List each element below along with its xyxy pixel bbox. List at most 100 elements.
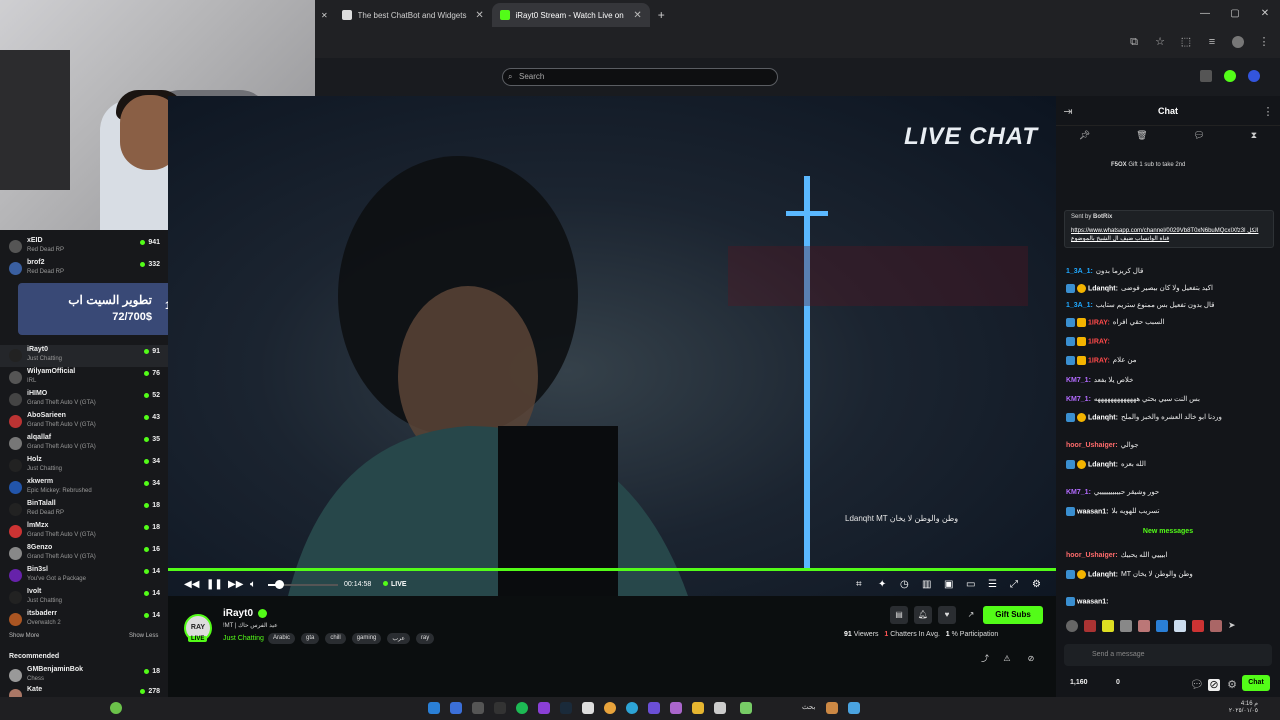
emote-icon[interactable] xyxy=(1066,620,1078,632)
sidebar-channel[interactable]: itsbaderr Overwatch 2 14 xyxy=(0,609,168,631)
pin-icon[interactable]: ✦ xyxy=(878,579,886,590)
new-messages-divider[interactable]: New messages xyxy=(1056,528,1280,535)
emote-icon[interactable] xyxy=(1102,620,1114,632)
edge-icon[interactable] xyxy=(626,702,638,714)
tag[interactable]: عرب xyxy=(387,633,410,644)
sidebar-channel[interactable]: BinTalall Red Dead RP 18 xyxy=(0,499,168,521)
emote-icon[interactable] xyxy=(1174,620,1186,632)
chat-send-button[interactable]: Chat xyxy=(1242,675,1270,691)
new-tab-button[interactable]: + xyxy=(650,3,673,27)
chat-username[interactable]: Ldanqht: xyxy=(1088,414,1118,421)
show-more-button[interactable]: Show More xyxy=(9,633,39,639)
app-icon[interactable] xyxy=(670,702,682,714)
chat-username[interactable]: 1_3A_1: xyxy=(1066,268,1093,275)
clip-icon[interactable]: ⌗ xyxy=(856,579,862,590)
sidebar-channel[interactable]: alqallaf Grand Theft Auto V (GTA) 35 xyxy=(0,433,168,455)
tag[interactable]: gaming xyxy=(351,633,382,644)
sidebar-channel[interactable]: iRayt0 Just Chatting 91 xyxy=(0,345,168,367)
menu-icon[interactable]: ⋮ xyxy=(1258,36,1270,48)
settings-icon[interactable]: ⚙ xyxy=(1226,679,1238,691)
kick-status-icon[interactable] xyxy=(1224,70,1236,82)
app-icon[interactable] xyxy=(648,702,660,714)
chat-username[interactable]: 1IRAY: xyxy=(1088,357,1110,364)
link-url[interactable]: https://www.whatsapp.com/channel/0029Vb8… xyxy=(1071,228,1245,234)
chat-username[interactable]: 1IRAY: xyxy=(1088,338,1110,345)
taskbar-clock[interactable]: 4:16 م ٢٠٢٥/٠١/٠٥ xyxy=(1229,700,1258,714)
app-icon[interactable] xyxy=(826,702,838,714)
send-arrow-icon[interactable]: ➤ xyxy=(1228,620,1240,632)
emote-icon[interactable] xyxy=(1120,620,1132,632)
app-icon[interactable] xyxy=(582,702,594,714)
calendar-button[interactable]: ▤ xyxy=(890,606,908,624)
search-input[interactable]: ⌕ Search xyxy=(502,68,778,86)
speed-icon[interactable]: ◷ xyxy=(900,579,909,590)
sidebar-channel[interactable]: lmMzx Grand Theft Auto V (GTA) 18 xyxy=(0,521,168,543)
chat-username[interactable]: waasan1: xyxy=(1077,598,1109,605)
tag[interactable]: chill xyxy=(325,633,346,644)
profile-icon[interactable] xyxy=(1232,36,1244,48)
app-icon[interactable] xyxy=(110,702,122,714)
emote-icon[interactable] xyxy=(1138,620,1150,632)
share-icon[interactable]: ⤴ xyxy=(976,650,994,668)
sidebar-channel[interactable]: 8Genzo Grand Theft Auto V (GTA) 16 xyxy=(0,543,168,565)
pinned-link[interactable]: https://www.whatsapp.com/channel/0029Vb8… xyxy=(1071,227,1267,245)
video-player[interactable]: LIVE CHAT Ldanqht MT وطن والوطن لا يخان … xyxy=(168,96,1056,596)
tag[interactable]: gta xyxy=(301,633,320,644)
gift-count[interactable]: 0 xyxy=(1116,679,1120,686)
star-icon[interactable]: ☆ xyxy=(1154,36,1166,48)
volume-handle[interactable] xyxy=(274,580,284,589)
sidebar-channel[interactable]: Bin3sl You've Got a Package 14 xyxy=(0,565,168,587)
stream-progress-bar[interactable] xyxy=(168,568,1056,571)
emote-icon[interactable] xyxy=(1156,620,1168,632)
app-icon[interactable] xyxy=(848,702,860,714)
channel-name[interactable]: iRayt0 xyxy=(223,608,253,619)
sidebar-channel[interactable]: xkwerm Epic Mickey: Rebrushed 34 xyxy=(0,477,168,499)
close-icon[interactable]: ✕ xyxy=(633,10,641,21)
chat-username[interactable]: KM7_1: xyxy=(1066,377,1091,384)
chat-bubble-icon[interactable]: 💬︎ xyxy=(1190,679,1204,691)
user-avatar[interactable] xyxy=(1248,70,1260,82)
chat-username[interactable]: 1_3A_1: xyxy=(1066,302,1093,309)
app-icon[interactable] xyxy=(538,702,550,714)
report-icon[interactable]: ⚠ xyxy=(998,650,1016,668)
sidebar-channel[interactable]: brof2 Red Dead RP 332 xyxy=(0,258,168,280)
pin-icon[interactable]: 📌︎ xyxy=(1079,130,1090,146)
rewind-icon[interactable]: ◀◀ xyxy=(184,579,199,590)
notify-button[interactable]: 🔔︎ xyxy=(914,606,932,624)
notifications-icon[interactable] xyxy=(1200,70,1212,82)
emote-icon[interactable] xyxy=(1210,620,1222,632)
settings-icon[interactable]: ⚙ xyxy=(1032,579,1041,590)
chat-username[interactable]: 1IRAY: xyxy=(1088,319,1110,326)
start-icon[interactable] xyxy=(428,702,440,714)
chat-username[interactable]: KM7_1: xyxy=(1066,489,1091,496)
close-icon[interactable]: ✕ xyxy=(475,10,483,21)
spotify-icon[interactable] xyxy=(516,702,528,714)
chat-username[interactable]: Ldanqht: xyxy=(1088,461,1118,468)
chat-username[interactable]: waasan1: xyxy=(1077,508,1109,515)
live-indicator[interactable]: LIVE xyxy=(383,581,407,588)
tag[interactable]: Arabic xyxy=(268,633,296,644)
show-less-button[interactable]: Show Less xyxy=(129,633,158,639)
steam-icon[interactable] xyxy=(560,702,572,714)
media-icon[interactable]: ≡ xyxy=(1206,36,1218,48)
close-window-icon[interactable]: ✕ xyxy=(1250,0,1280,28)
sidebar-channel[interactable]: Holz Just Chatting 34 xyxy=(0,455,168,477)
gift-subs-button[interactable]: Gift Subs xyxy=(983,606,1043,624)
chrome-icon[interactable] xyxy=(604,702,616,714)
hide-icon[interactable]: ⊘ xyxy=(1208,679,1220,691)
emote-icon[interactable] xyxy=(1084,620,1096,632)
chat-username[interactable]: KM7_1: xyxy=(1066,396,1091,403)
sidebar-channel[interactable]: WilyamOfficial IRL 76 xyxy=(0,367,168,389)
app-icon[interactable] xyxy=(450,702,462,714)
trash-icon[interactable]: 🗑︎ xyxy=(1136,130,1147,146)
sidebar-channel[interactable]: iHIMO Grand Theft Auto V (GTA) 52 xyxy=(0,389,168,411)
chat-username[interactable]: hoor_Ushaiger: xyxy=(1066,552,1118,559)
sidebar-channel[interactable]: xEID Red Dead RP 941 xyxy=(0,236,168,258)
hourglass-icon[interactable]: ⧗ xyxy=(1251,130,1257,146)
tab-kick-stream[interactable]: iRayt0 Stream - Watch Live on Kick ✕ xyxy=(491,3,650,27)
stream-category[interactable]: Just Chatting xyxy=(223,635,264,642)
maximize-icon[interactable]: ▢ xyxy=(1220,0,1250,28)
app-icon[interactable] xyxy=(472,702,484,714)
pause-icon[interactable]: ❚❚ xyxy=(206,579,223,590)
app-icon[interactable] xyxy=(740,702,752,714)
